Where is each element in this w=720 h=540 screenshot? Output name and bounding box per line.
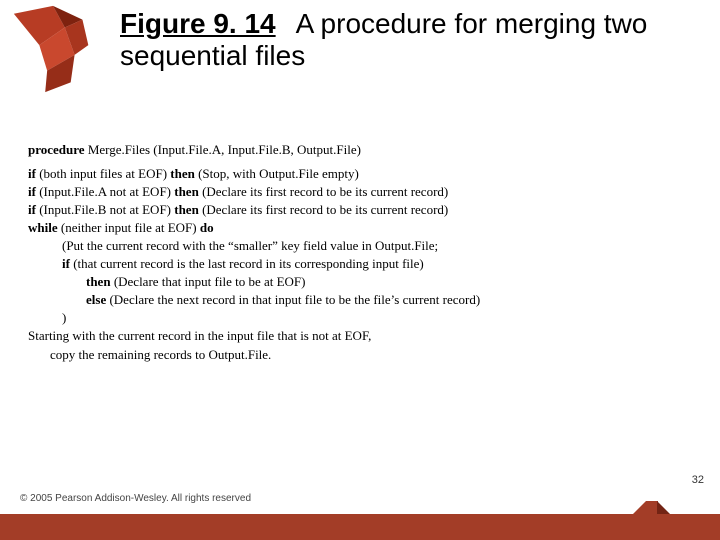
- cond-both-eof: (both input files at EOF): [36, 166, 170, 181]
- cond-last-record: (that current record is the last record …: [70, 256, 424, 271]
- kw-else: else: [86, 292, 106, 307]
- kw-if: if: [28, 202, 36, 217]
- kw-then: then: [170, 166, 195, 181]
- cond-a-not-eof: (Input.File.A not at EOF): [36, 184, 174, 199]
- copyright-text: © 2005 Pearson Addison-Wesley. All right…: [20, 493, 251, 504]
- footer-notch-icon: [633, 501, 646, 514]
- starting-line: Starting with the current record in the …: [28, 327, 688, 345]
- kw-if: if: [28, 166, 36, 181]
- kw-while: while: [28, 220, 58, 235]
- kw-do: do: [200, 220, 214, 235]
- kw-if: if: [62, 256, 70, 271]
- action-a-current: (Declare its first record to be its curr…: [199, 184, 448, 199]
- proc-signature: Merge.Files (Input.File.A, Input.File.B,…: [85, 142, 361, 157]
- copy-remaining: copy the remaining records to Output.Fil…: [28, 346, 688, 364]
- slide: Figure 9. 14 A procedure for merging two…: [0, 0, 720, 540]
- kw-procedure: procedure: [28, 142, 85, 157]
- kw-then: then: [174, 202, 199, 217]
- action-b-current: (Declare its first record to be its curr…: [199, 202, 448, 217]
- kw-if: if: [28, 184, 36, 199]
- action-stop: (Stop, with Output.File empty): [195, 166, 359, 181]
- close-paren: ): [28, 309, 688, 327]
- put-smaller: (Put the current record with the “smalle…: [28, 237, 688, 255]
- page-number: 32: [692, 474, 704, 486]
- figure-label: Figure 9. 14: [120, 8, 276, 39]
- footer-notch-shadow-icon: [657, 501, 670, 514]
- cond-neither-eof: (neither input file at EOF): [58, 220, 200, 235]
- kw-then: then: [86, 274, 111, 289]
- footer-bar: [0, 514, 720, 540]
- pseudocode-figure: procedure Merge.Files (Input.File.A, Inp…: [28, 140, 688, 364]
- figure-title: [280, 8, 296, 39]
- kw-then: then: [174, 184, 199, 199]
- origami-logo-icon: [6, 2, 104, 100]
- cond-b-not-eof: (Input.File.B not at EOF): [36, 202, 174, 217]
- action-declare-eof: (Declare that input file to be at EOF): [111, 274, 306, 289]
- action-next-record: (Declare the next record in that input f…: [106, 292, 480, 307]
- slide-title: Figure 9. 14 A procedure for merging two…: [120, 8, 680, 72]
